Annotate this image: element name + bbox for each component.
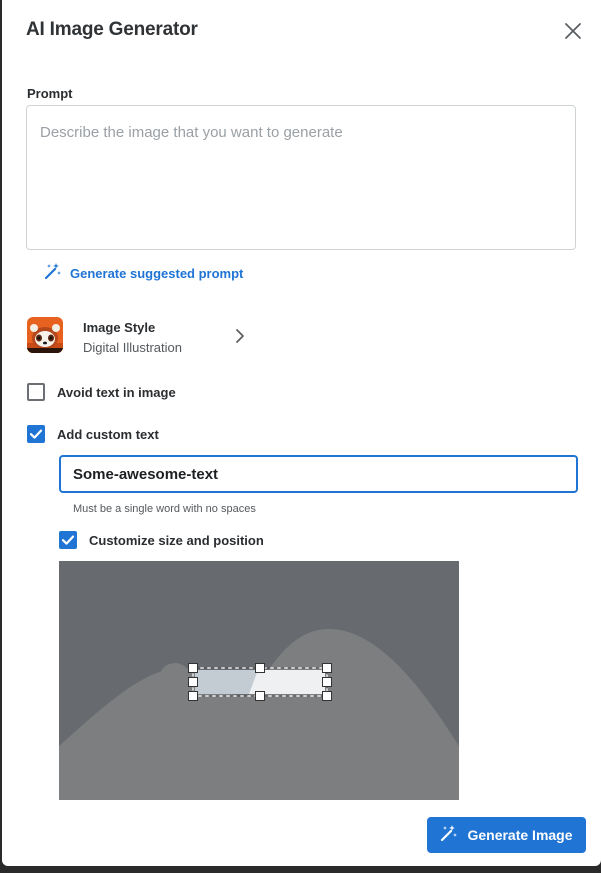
ai-image-generator-dialog: AI Image Generator Prompt Generate sugge… [2,0,601,866]
custom-text-input[interactable] [59,455,578,493]
checkmark-icon [29,429,43,439]
image-style-selector[interactable]: Image Style Digital Illustration [27,317,257,357]
resize-handle-bottom-right[interactable] [322,691,332,701]
placeholder-sun-shape [159,663,191,695]
red-panda-thumbnail-icon [27,317,63,353]
resize-handle-top-right[interactable] [322,663,332,673]
checkmark-icon [61,535,75,545]
avoid-text-checkbox[interactable] [27,383,45,401]
generate-suggested-prompt-label: Generate suggested prompt [70,266,244,281]
custom-text-helper: Must be a single word with no spaces [73,503,256,515]
magic-wand-icon [440,824,458,847]
text-position-canvas[interactable] [59,561,459,800]
add-custom-text-checkbox[interactable] [27,425,45,443]
magic-wand-icon [44,262,62,285]
prompt-input[interactable] [26,105,576,250]
chevron-right-icon [234,328,246,349]
add-custom-text-option[interactable]: Add custom text [27,425,159,443]
resize-handle-top-left[interactable] [188,663,198,673]
add-custom-text-label: Add custom text [57,426,159,442]
image-style-label: Image Style [83,320,156,335]
generate-image-button[interactable]: Generate Image [427,817,586,853]
avoid-text-option[interactable]: Avoid text in image [27,383,176,401]
generate-image-label: Generate Image [467,827,573,843]
resize-handle-bottom[interactable] [255,691,265,701]
resize-handle-top[interactable] [255,663,265,673]
avoid-text-label: Avoid text in image [57,384,176,400]
close-icon[interactable] [562,20,584,42]
generate-suggested-prompt-link[interactable]: Generate suggested prompt [44,262,243,285]
dialog-title: AI Image Generator [26,19,198,40]
customize-position-label: Customize size and position [89,532,264,548]
customize-position-checkbox[interactable] [59,531,77,549]
customize-position-option[interactable]: Customize size and position [59,531,264,549]
prompt-label: Prompt [27,86,73,101]
image-style-value: Digital Illustration [83,340,182,355]
resize-handle-bottom-left[interactable] [188,691,198,701]
resize-handle-right[interactable] [322,677,332,687]
resize-handle-left[interactable] [188,677,198,687]
